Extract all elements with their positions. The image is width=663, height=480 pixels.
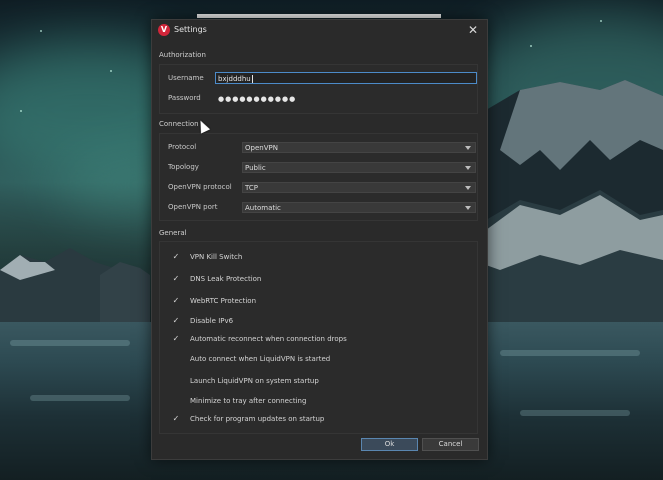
option-label: Launch LiquidVPN on system startup — [190, 377, 319, 385]
cancel-button[interactable]: Cancel — [422, 438, 479, 451]
option-label: Check for program updates on startup — [190, 415, 325, 423]
checkbox[interactable]: ✓ — [171, 334, 181, 344]
topology-label: Topology — [168, 163, 199, 171]
chevron-down-icon — [465, 206, 471, 210]
chevron-down-icon — [465, 146, 471, 150]
ok-button[interactable]: Ok — [361, 438, 418, 451]
checkbox[interactable]: ✓ — [171, 414, 181, 424]
openvpn-protocol-value: TCP — [245, 184, 258, 192]
checkbox[interactable]: ✓ — [171, 316, 181, 326]
liquidvpn-logo-icon: V — [158, 24, 170, 36]
ice-streak — [30, 395, 130, 401]
connection-group: Protocol OpenVPN Topology Public OpenVPN… — [159, 133, 478, 221]
password-input[interactable]: ●●●●●●●●●●● — [215, 92, 477, 104]
close-icon[interactable]: ✕ — [465, 22, 481, 38]
protocol-select[interactable]: OpenVPN — [242, 142, 476, 153]
option-label: Auto connect when LiquidVPN is started — [190, 355, 331, 363]
option-label: Minimize to tray after connecting — [190, 397, 307, 405]
chevron-down-icon — [465, 166, 471, 170]
checkbox[interactable] — [171, 376, 181, 386]
authorization-group: Username bxjdddhu Password ●●●●●●●●●●● — [159, 64, 478, 114]
background-window-edge — [197, 14, 441, 18]
openvpn-port-select[interactable]: Automatic — [242, 202, 476, 213]
username-label: Username — [168, 74, 204, 82]
openvpn-port-value: Automatic — [245, 204, 281, 212]
openvpn-port-label: OpenVPN port — [168, 203, 218, 211]
protocol-label: Protocol — [168, 143, 197, 151]
text-caret — [251, 75, 253, 83]
checkbox[interactable] — [171, 396, 181, 406]
ice-streak — [500, 350, 640, 356]
section-authorization-label: Authorization — [159, 51, 206, 59]
topology-select[interactable]: Public — [242, 162, 476, 173]
option-label: Disable IPv6 — [190, 317, 234, 325]
chevron-down-icon — [465, 186, 471, 190]
checkbox[interactable]: ✓ — [171, 274, 181, 284]
ice-streak — [10, 340, 130, 346]
ice-streak — [520, 410, 630, 416]
title-bar[interactable]: V Settings ✕ — [152, 20, 487, 42]
username-value: bxjdddhu — [218, 75, 251, 83]
username-input[interactable]: bxjdddhu — [215, 72, 477, 84]
checkbox[interactable]: ✓ — [171, 252, 181, 262]
option-label: Automatic reconnect when connection drop… — [190, 335, 347, 343]
general-group: ✓ VPN Kill Switch ✓ DNS Leak Protection … — [159, 241, 478, 434]
checkbox[interactable]: ✓ — [171, 296, 181, 306]
openvpn-protocol-select[interactable]: TCP — [242, 182, 476, 193]
section-connection-label: Connection — [159, 120, 199, 128]
section-general-label: General — [159, 229, 187, 237]
protocol-value: OpenVPN — [245, 144, 278, 152]
password-label: Password — [168, 94, 201, 102]
window-title: Settings — [174, 25, 207, 34]
option-label: DNS Leak Protection — [190, 275, 262, 283]
openvpn-protocol-label: OpenVPN protocol — [168, 183, 232, 191]
topology-value: Public — [245, 164, 266, 172]
settings-window: V Settings ✕ Authorization Username bxjd… — [151, 19, 488, 460]
option-label: WebRTC Protection — [190, 297, 257, 305]
checkbox[interactable] — [171, 354, 181, 364]
option-label: VPN Kill Switch — [190, 253, 243, 261]
